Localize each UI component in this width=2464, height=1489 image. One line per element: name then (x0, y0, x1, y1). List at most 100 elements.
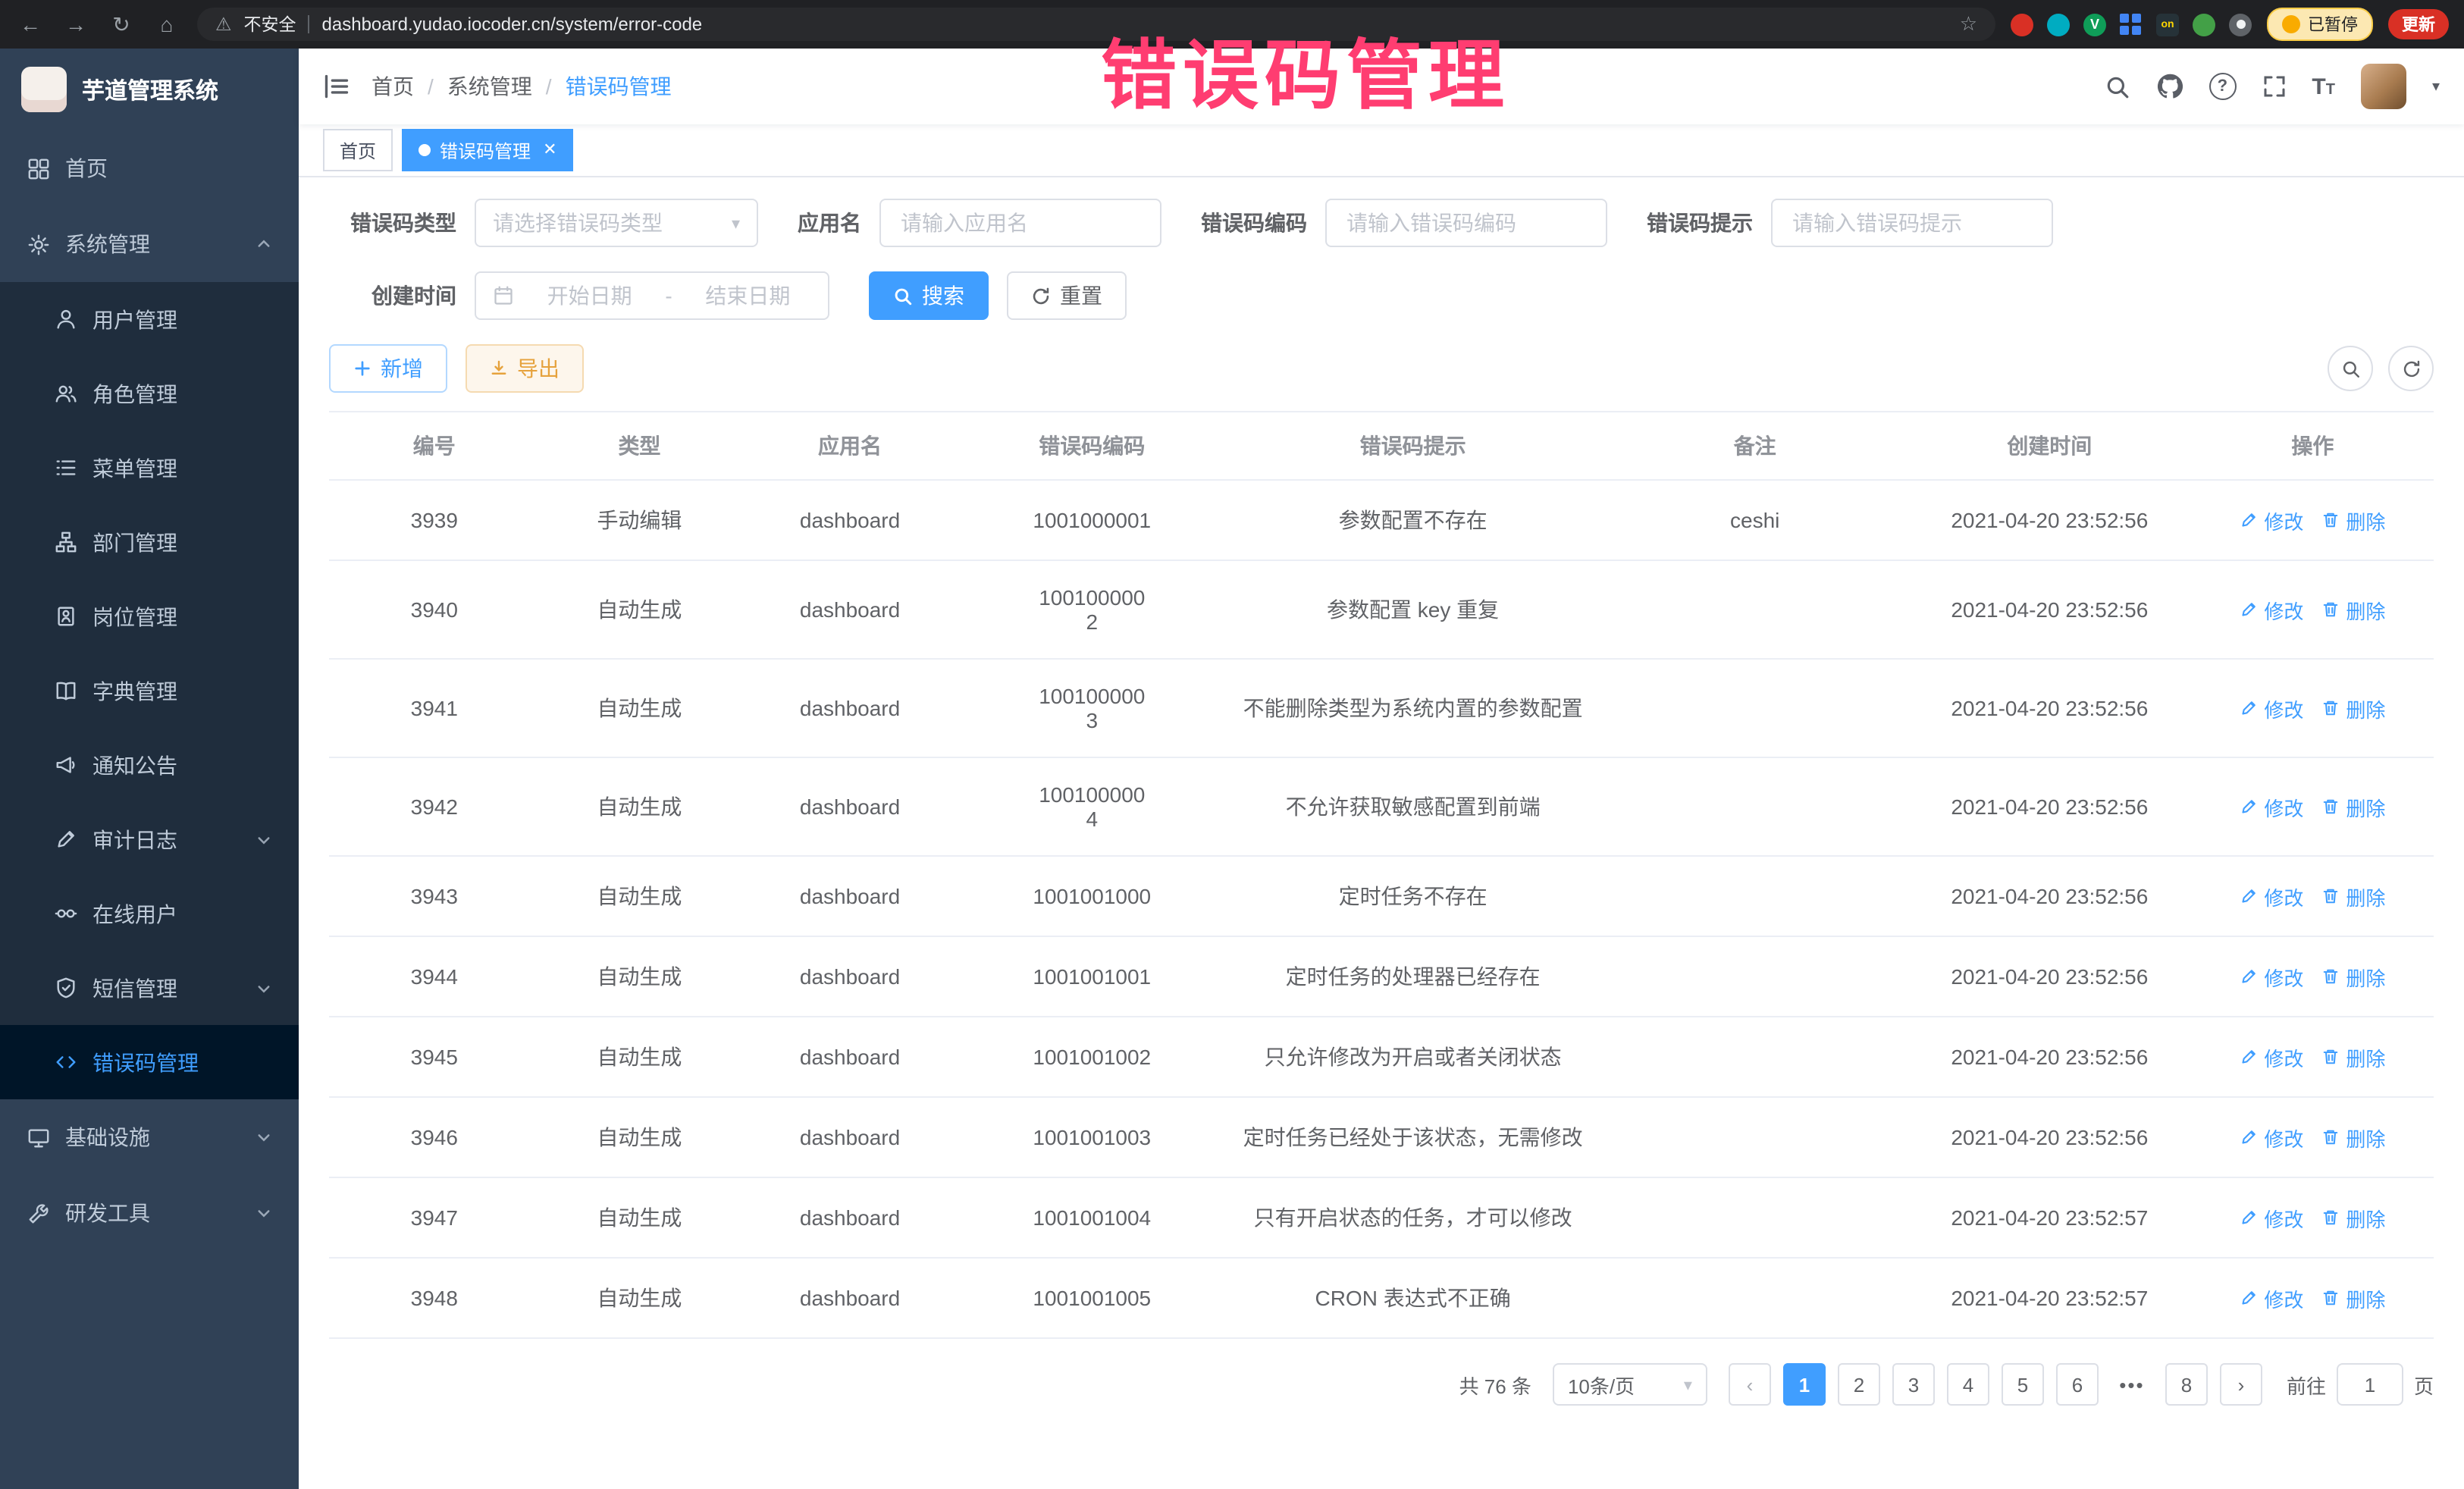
page-button-5[interactable]: 5 (2002, 1363, 2044, 1406)
page-goto-input[interactable] (2337, 1363, 2403, 1406)
sidebar-item-online-user[interactable]: 在线用户 (0, 876, 299, 951)
help-icon[interactable]: ? (2209, 73, 2236, 100)
app-name-input[interactable] (898, 209, 1143, 237)
edit-link[interactable]: 修改 (2240, 882, 2303, 911)
close-icon[interactable]: ✕ (543, 142, 556, 158)
edit-link[interactable]: 修改 (2240, 1042, 2303, 1071)
edit-link[interactable]: 修改 (2240, 962, 2303, 991)
sidebar-item-user[interactable]: 用户管理 (0, 282, 299, 356)
tab-home[interactable]: 首页 (323, 129, 393, 171)
search-button[interactable]: 搜索 (869, 271, 989, 320)
edit-link[interactable]: 修改 (2240, 1123, 2303, 1152)
next-page-button[interactable]: › (2220, 1363, 2262, 1406)
bookmark-star-icon[interactable]: ☆ (1960, 12, 1977, 36)
add-button[interactable]: 新增 (329, 344, 447, 393)
tab-error-code[interactable]: 错误码管理 ✕ (402, 129, 573, 171)
prev-page-button[interactable]: ‹ (1729, 1363, 1771, 1406)
filter-row-2: 创建时间 开始日期 - 结束日期 (329, 271, 2434, 320)
sidebar-item-dept[interactable]: 部门管理 (0, 505, 299, 579)
edit-link[interactable]: 修改 (2240, 595, 2303, 624)
page-ellipsis[interactable]: ••• (2111, 1363, 2153, 1406)
edit-link[interactable]: 修改 (2240, 1284, 2303, 1312)
sidebar-item-role[interactable]: 角色管理 (0, 356, 299, 431)
sidebar-item-sms[interactable]: 短信管理 (0, 951, 299, 1025)
export-button[interactable]: 导出 (466, 344, 584, 393)
sidebar-item-label: 角色管理 (92, 378, 177, 409)
delete-link[interactable]: 删除 (2321, 1203, 2385, 1232)
reset-button[interactable]: 重置 (1007, 271, 1127, 320)
table-header: 编号类型应用名错误码编码错误码提示备注创建时间操作 (329, 412, 2434, 480)
breadcrumb-separator: / (428, 74, 434, 99)
edit-link[interactable]: 修改 (2240, 1203, 2303, 1232)
extension-teal-icon[interactable] (2047, 13, 2070, 36)
delete-link[interactable]: 删除 (2321, 1042, 2385, 1071)
browser-update-button[interactable]: 更新 (2388, 9, 2449, 39)
address-bar[interactable]: ⚠ 不安全 dashboard.yudao.iocoder.cn/system/… (197, 8, 1995, 41)
user-avatar[interactable] (2361, 64, 2406, 109)
table-row: 3946自动生成dashboard1001001003定时任务已经处于该状态，无… (329, 1097, 2434, 1177)
search-icon[interactable] (2104, 74, 2130, 99)
collapse-sidebar-icon[interactable] (323, 73, 350, 100)
sidebar-item-post[interactable]: 岗位管理 (0, 579, 299, 654)
page-size-select[interactable]: 10条/页 ▾ (1553, 1363, 1707, 1406)
home-icon[interactable]: ⌂ (152, 9, 182, 39)
edit-link[interactable]: 修改 (2240, 792, 2303, 821)
create-time-label: 创建时间 (329, 281, 456, 311)
edit-pencil-icon (2240, 1048, 2258, 1066)
delete-link[interactable]: 删除 (2321, 1284, 2385, 1312)
sidebar-item-menu[interactable]: 菜单管理 (0, 431, 299, 505)
sidebar-item-infra[interactable]: 基础设施 (0, 1099, 299, 1175)
page-button-1[interactable]: 1 (1783, 1363, 1826, 1406)
breadcrumb-home[interactable]: 首页 (371, 71, 414, 102)
chevron-down-icon: ▾ (732, 213, 740, 233)
delete-link[interactable]: 删除 (2321, 694, 2385, 723)
extension-grid-icon[interactable] (2120, 13, 2143, 36)
github-icon[interactable] (2155, 73, 2183, 100)
breadcrumb-current[interactable]: 错误码管理 (566, 71, 672, 102)
sidebar-item-label: 基础设施 (65, 1122, 150, 1152)
chevron-down-icon[interactable]: ▾ (2432, 78, 2440, 95)
page-button-4[interactable]: 4 (1947, 1363, 1989, 1406)
page-button-2[interactable]: 2 (1838, 1363, 1880, 1406)
edit-link[interactable]: 修改 (2240, 694, 2303, 723)
table-refresh-button[interactable] (2388, 346, 2434, 391)
extension-red-icon[interactable] (2011, 13, 2033, 36)
edit-link[interactable]: 修改 (2240, 506, 2303, 534)
fullscreen-icon[interactable] (2262, 74, 2286, 99)
sidebar-item-audit-log[interactable]: 审计日志 (0, 802, 299, 876)
sidebar-item-system[interactable]: 系统管理 (0, 206, 299, 282)
page-button-8[interactable]: 8 (2165, 1363, 2208, 1406)
font-size-icon[interactable]: TT (2312, 75, 2335, 98)
sidebar-item-dev-tools[interactable]: 研发工具 (0, 1175, 299, 1251)
sidebar-item-home[interactable]: 首页 (0, 130, 299, 206)
page-button-6[interactable]: 6 (2056, 1363, 2099, 1406)
delete-link[interactable]: 删除 (2321, 792, 2385, 821)
profile-paused-badge[interactable]: 已暂停 (2267, 8, 2373, 41)
date-range-picker[interactable]: 开始日期 - 结束日期 (475, 271, 829, 320)
cell-remark (1602, 1258, 1908, 1338)
delete-link[interactable]: 删除 (2321, 506, 2385, 534)
delete-link[interactable]: 删除 (2321, 1123, 2385, 1152)
cell-app: dashboard (739, 757, 960, 856)
extension-paw-icon[interactable] (2229, 13, 2252, 36)
sidebar-item-error-code[interactable]: 错误码管理 (0, 1025, 299, 1099)
sidebar-item-notice[interactable]: 通知公告 (0, 728, 299, 802)
table-search-button[interactable] (2328, 346, 2373, 391)
sidebar-item-dict[interactable]: 字典管理 (0, 654, 299, 728)
extension-v-icon[interactable]: V (2083, 13, 2106, 36)
error-code-input[interactable] (1343, 209, 1589, 237)
error-msg-input[interactable] (1789, 209, 2035, 237)
reload-icon[interactable]: ↻ (106, 9, 136, 39)
breadcrumb-system[interactable]: 系统管理 (447, 71, 532, 102)
page-button-3[interactable]: 3 (1892, 1363, 1935, 1406)
back-icon[interactable]: ← (15, 9, 45, 39)
delete-link[interactable]: 删除 (2321, 962, 2385, 991)
delete-link[interactable]: 删除 (2321, 595, 2385, 624)
forward-icon[interactable]: → (61, 9, 91, 39)
delete-link[interactable]: 删除 (2321, 882, 2385, 911)
extension-green-icon[interactable] (2193, 13, 2215, 36)
cell-app: dashboard (739, 856, 960, 936)
column-header-7: 操作 (2192, 412, 2434, 480)
extension-on-icon[interactable]: on (2156, 13, 2179, 36)
error-type-select[interactable]: 请选择错误码类型 ▾ (475, 199, 758, 247)
